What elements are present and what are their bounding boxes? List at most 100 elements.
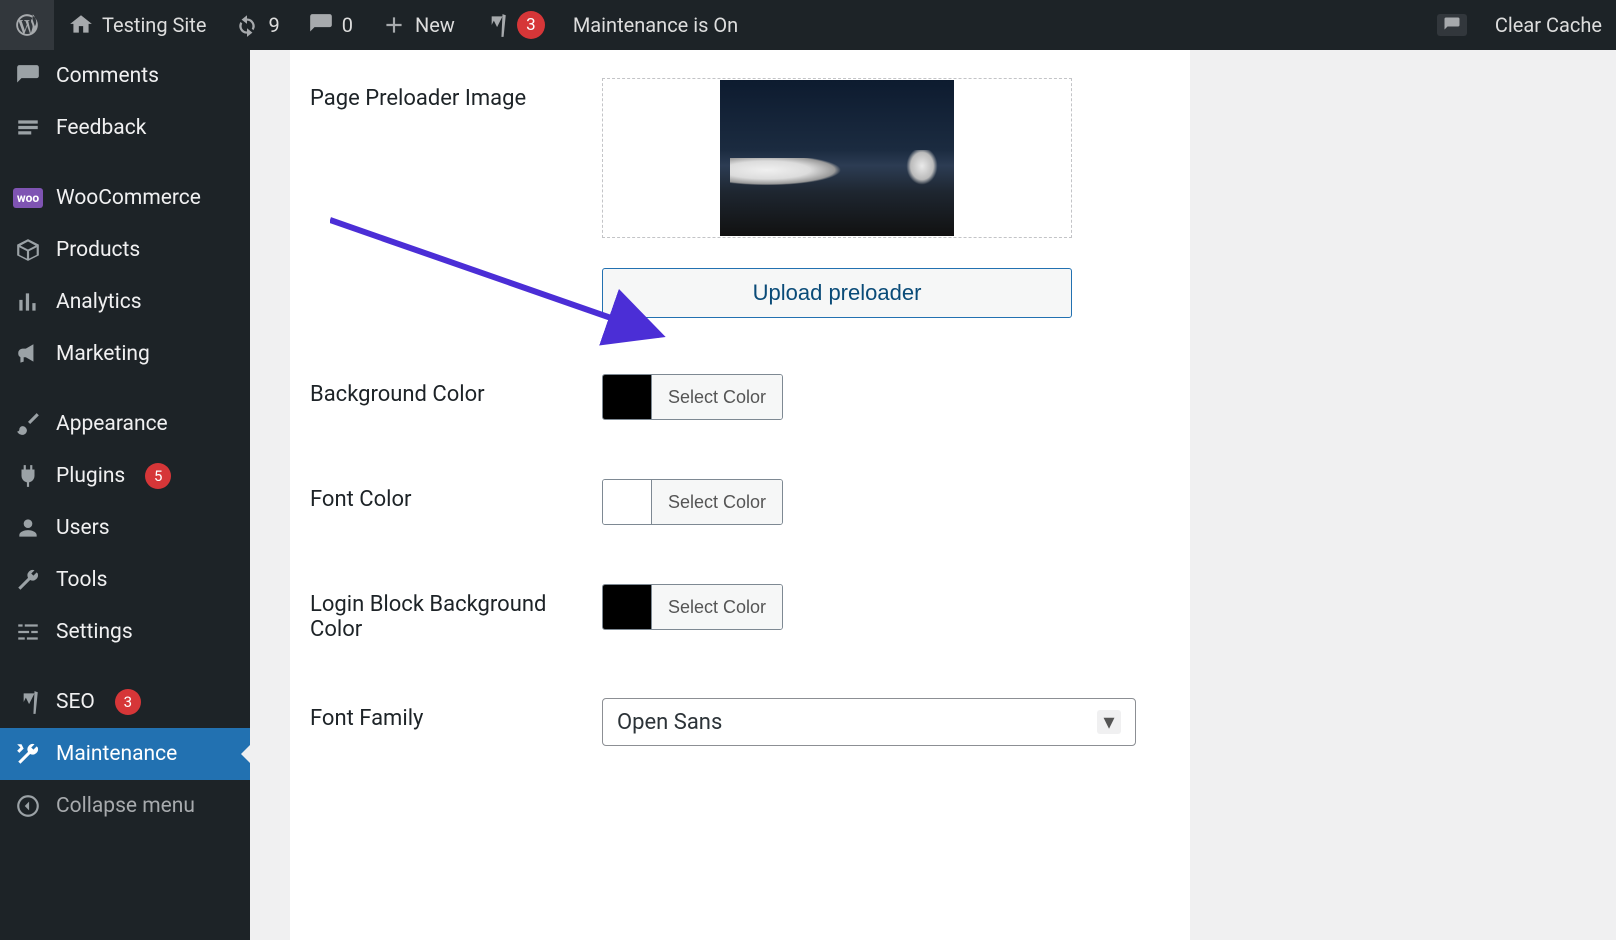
sidebar-item-marketing[interactable]: Marketing: [0, 328, 250, 380]
sidebar-item-label: Feedback: [56, 116, 146, 140]
new-content-menu[interactable]: New: [367, 0, 469, 50]
row-background-color: Background Color Select Color: [290, 346, 1190, 451]
sidebar-item-maintenance[interactable]: Maintenance: [0, 728, 250, 780]
sidebar-item-tools[interactable]: Tools: [0, 554, 250, 606]
plugins-badge: 5: [145, 463, 171, 489]
content-area: Page Preloader Image Upload preloader Ba…: [250, 50, 1616, 940]
color-swatch: [603, 480, 651, 524]
sidebar-item-products[interactable]: Products: [0, 224, 250, 276]
label-preloader-image: Page Preloader Image: [290, 78, 602, 111]
updates-menu[interactable]: 9: [220, 0, 293, 50]
row-login-bg-color: Login Block Background Color Select Colo…: [290, 556, 1190, 670]
color-picker-login-bg[interactable]: Select Color: [602, 584, 783, 630]
sidebar-item-plugins[interactable]: Plugins 5: [0, 450, 250, 502]
sidebar-item-label: Users: [56, 516, 110, 540]
notifications-menu[interactable]: [1423, 0, 1481, 50]
label-font-family: Font Family: [290, 698, 602, 731]
sidebar-item-label: Plugins: [56, 464, 125, 488]
color-swatch: [603, 585, 651, 629]
row-preloader-image: Page Preloader Image Upload preloader: [290, 50, 1190, 346]
row-font-color: Font Color Select Color: [290, 451, 1190, 556]
select-color-button[interactable]: Select Color: [651, 585, 782, 629]
clear-cache-menu[interactable]: Clear Cache: [1481, 0, 1616, 50]
clear-cache-label: Clear Cache: [1495, 13, 1602, 37]
sidebar-separator: [0, 380, 250, 398]
sidebar-item-label: WooCommerce: [56, 186, 201, 210]
sidebar-item-label: Comments: [56, 64, 159, 88]
user-icon: [14, 514, 42, 542]
field-login-bg-color: Select Color: [602, 584, 1190, 633]
yoast-icon: [14, 688, 42, 716]
box-icon: [14, 236, 42, 264]
sidebar-item-feedback[interactable]: Feedback: [0, 102, 250, 154]
notification-icon: [1437, 14, 1467, 36]
comment-icon: [308, 12, 334, 38]
refresh-icon: [234, 12, 260, 38]
sidebar-item-label: Analytics: [56, 290, 142, 314]
sidebar-item-analytics[interactable]: Analytics: [0, 276, 250, 328]
maintenance-status[interactable]: Maintenance is On: [559, 0, 752, 50]
yoast-badge: 3: [517, 11, 545, 39]
sidebar-item-label: Marketing: [56, 342, 150, 366]
select-color-button[interactable]: Select Color: [651, 375, 782, 419]
yoast-icon: [483, 12, 509, 38]
color-picker-font[interactable]: Select Color: [602, 479, 783, 525]
label-login-bg-color: Login Block Background Color: [290, 584, 602, 642]
plus-icon: [381, 12, 407, 38]
sidebar-separator: [0, 658, 250, 676]
seo-badge: 3: [115, 689, 141, 715]
field-font-family: Open Sans ▾: [602, 698, 1190, 746]
megaphone-icon: [14, 340, 42, 368]
feedback-icon: [14, 114, 42, 142]
sidebar-separator: [0, 154, 250, 172]
chart-icon: [14, 288, 42, 316]
field-font-color: Select Color: [602, 479, 1190, 528]
upload-preloader-button[interactable]: Upload preloader: [602, 268, 1072, 318]
sidebar-item-settings[interactable]: Settings: [0, 606, 250, 658]
sidebar-item-appearance[interactable]: Appearance: [0, 398, 250, 450]
sidebar-item-comments[interactable]: Comments: [0, 50, 250, 102]
settings-panel: Page Preloader Image Upload preloader Ba…: [290, 50, 1190, 940]
woocommerce-icon: woo: [14, 184, 42, 212]
tools-icon: [14, 740, 42, 768]
plug-icon: [14, 462, 42, 490]
wordpress-icon: [14, 12, 40, 38]
new-label: New: [415, 13, 455, 37]
sliders-icon: [14, 618, 42, 646]
select-value: Open Sans: [617, 710, 722, 735]
field-preloader-image: Upload preloader: [602, 78, 1190, 318]
preloader-thumbnail: [720, 80, 954, 236]
sidebar-item-label: SEO: [56, 690, 95, 714]
site-name-menu[interactable]: Testing Site: [54, 0, 220, 50]
sidebar-item-label: Products: [56, 238, 140, 262]
admin-bar: Testing Site 9 0 New 3 Maint: [0, 0, 1616, 50]
font-family-select[interactable]: Open Sans ▾: [602, 698, 1136, 746]
row-font-family: Font Family Open Sans ▾: [290, 670, 1190, 774]
preloader-image-preview[interactable]: [602, 78, 1072, 238]
site-name-label: Testing Site: [102, 13, 206, 37]
color-picker-bg[interactable]: Select Color: [602, 374, 783, 420]
comment-icon: [14, 62, 42, 90]
comments-count: 0: [342, 13, 353, 37]
yoast-menu[interactable]: 3: [469, 0, 559, 50]
select-color-button[interactable]: Select Color: [651, 480, 782, 524]
label-font-color: Font Color: [290, 479, 602, 512]
sidebar-item-label: Collapse menu: [56, 794, 195, 818]
admin-sidebar: Comments Feedback woo WooCommerce Produc…: [0, 50, 250, 940]
sidebar-collapse[interactable]: Collapse menu: [0, 780, 250, 832]
wp-logo-menu[interactable]: [0, 0, 54, 50]
sidebar-item-seo[interactable]: SEO 3: [0, 676, 250, 728]
admin-bar-left: Testing Site 9 0 New 3 Maint: [0, 0, 752, 50]
caret-down-icon: ▾: [1097, 710, 1121, 734]
sidebar-item-users[interactable]: Users: [0, 502, 250, 554]
collapse-icon: [14, 792, 42, 820]
updates-count: 9: [268, 13, 279, 37]
wrench-icon: [14, 566, 42, 594]
comments-menu[interactable]: 0: [294, 0, 367, 50]
sidebar-item-label: Appearance: [56, 412, 168, 436]
color-swatch: [603, 375, 651, 419]
maintenance-status-label: Maintenance is On: [573, 13, 738, 37]
label-background-color: Background Color: [290, 374, 602, 407]
sidebar-item-woocommerce[interactable]: woo WooCommerce: [0, 172, 250, 224]
brush-icon: [14, 410, 42, 438]
